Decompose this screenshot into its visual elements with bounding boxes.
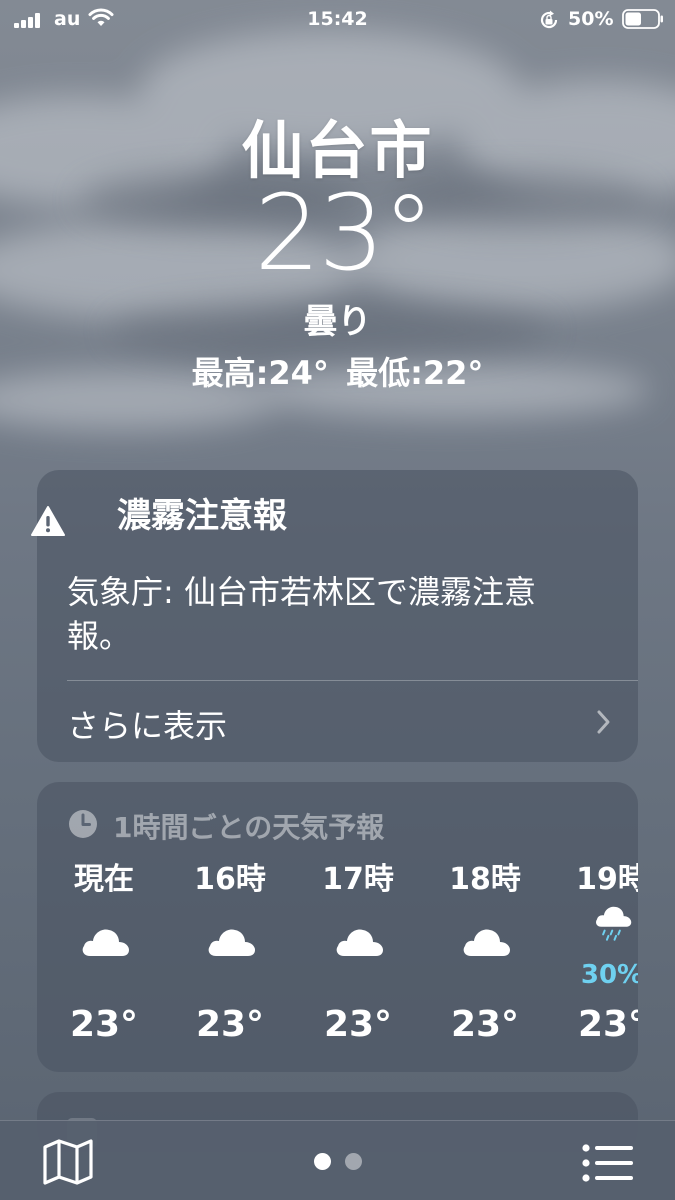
hour-temperature: 23° [323, 1004, 393, 1045]
cloud-icon [208, 929, 255, 956]
warning-icon [31, 506, 65, 536]
page-dot[interactable] [344, 1153, 362, 1170]
rotation-lock-icon [540, 10, 558, 29]
page-indicator[interactable] [0, 1153, 675, 1170]
list-icon[interactable] [582, 1143, 634, 1183]
hourly-title: 1時間ごとの天気予報 [113, 811, 385, 844]
hour-temperature: 23° [577, 1004, 638, 1045]
hour-temperature: 23° [450, 1004, 520, 1045]
hour-label: 現在 [74, 862, 134, 897]
cloud-rain-icon [596, 906, 632, 941]
battery-icon [622, 9, 663, 29]
precipitation-chance: 30% [580, 960, 638, 990]
page-dot-active[interactable] [313, 1153, 331, 1170]
bottom-toolbar [0, 1120, 675, 1200]
hour-label: 18時 [449, 862, 521, 897]
hourly-item: 16時 23° [167, 854, 293, 1054]
weather-condition: 曇り [303, 302, 372, 342]
hour-temperature: 23° [69, 1004, 139, 1045]
show-more-button[interactable]: さらに表示 [37, 681, 638, 762]
cloud-icon [463, 929, 510, 956]
weather-alert-card[interactable]: 濃霧注意報 気象庁: 仙台市若林区で濃霧注意報。 さらに表示 [37, 470, 638, 762]
alert-body: 気象庁: 仙台市若林区で濃霧注意報。 [67, 573, 536, 655]
hourly-item: 19時 30% 23° [549, 854, 638, 1054]
show-more-label: さらに表示 [67, 707, 228, 745]
current-temperature: 23° [254, 172, 434, 294]
status-bar: au 15:42 50% [0, 0, 675, 40]
cloud-icon [82, 929, 129, 956]
chevron-right-icon [597, 710, 610, 734]
hour-label: 16時 [194, 862, 266, 897]
clock-icon [69, 810, 97, 838]
battery-percent: 50% [568, 8, 614, 30]
hour-label: 17時 [322, 862, 394, 897]
hour-temperature: 23° [195, 1004, 265, 1045]
hourly-item: 18時 23° [422, 854, 548, 1054]
high-low-temperature: 最高:24° 最低:22° [191, 354, 484, 392]
cloud-icon [336, 929, 383, 956]
hour-label: 19時 [576, 862, 638, 897]
hourly-item: 17時 23° [295, 854, 421, 1054]
alert-title: 濃霧注意報 [117, 496, 287, 536]
hourly-forecast-card[interactable]: 1時間ごとの天気予報 現在 23° 16時 23° 17時 23° 18時 23… [37, 782, 638, 1072]
hourly-item: 現在 23° [41, 854, 167, 1054]
